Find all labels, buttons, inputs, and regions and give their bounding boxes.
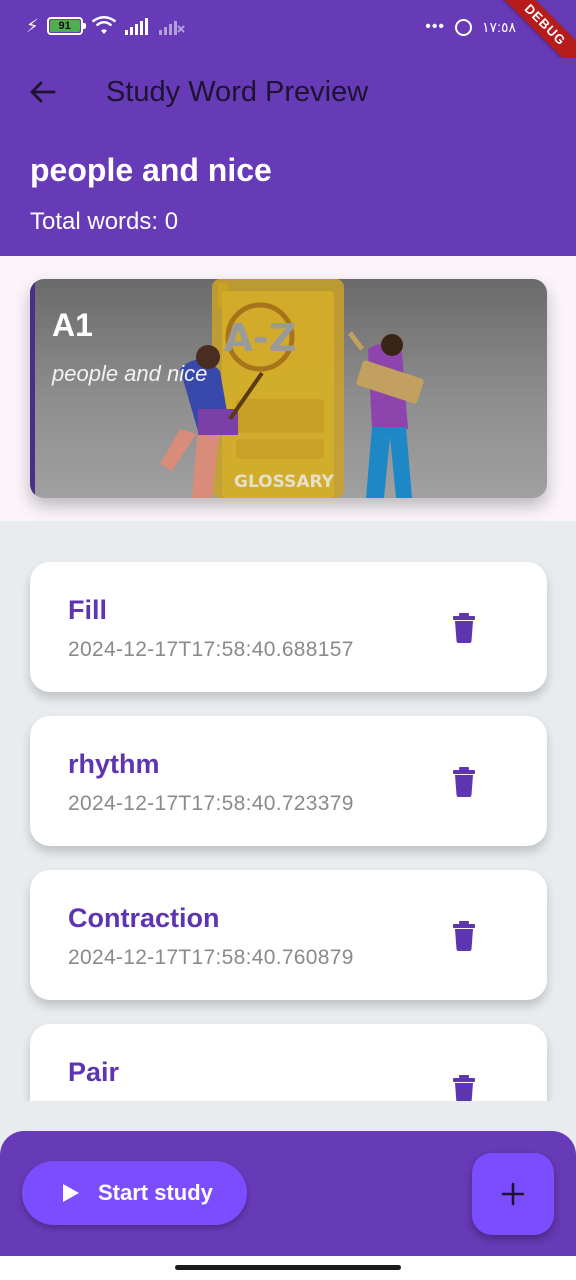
battery-level: 91 [49,20,80,32]
page-title: Study Word Preview [106,76,369,108]
more-dots-icon: ••• [425,18,446,35]
level-label: A1 [52,307,93,343]
book-label: GLOSSARY [234,472,335,492]
delete-button[interactable] [451,921,477,951]
hero-area: A-Z GLOSSARY A1 people and nice [0,256,576,521]
total-words-count: Total words: 0 [30,208,179,235]
word-list[interactable]: Fill 2024-12-17T17:58:40.688157 rhythm 2… [0,521,576,1101]
notification-face-icon [455,18,473,36]
delete-button[interactable] [451,1075,477,1101]
app-bar: Study Word Preview people and nice Total… [0,58,576,256]
book-letters: A-Z [224,316,297,360]
status-bar-right: ••• ١٧:٥٨ [425,18,516,36]
deck-hero-card[interactable]: A-Z GLOSSARY A1 people and nice [30,279,547,498]
card-accent-bar [30,279,35,498]
word-card-fill[interactable]: Fill 2024-12-17T17:58:40.688157 [30,562,547,692]
word-date: 2024-12-17T17:58:40.723379 [68,792,354,815]
deck-name: people and nice [30,152,272,188]
word-term: Pair [68,1057,120,1087]
trash-icon [453,1075,475,1101]
status-bar-left: ⚡ 91 [26,16,185,36]
arrow-left-icon [30,81,56,103]
word-date: 2024-12-17T17:58:40.760879 [68,946,354,969]
bottom-bar: Start study [0,1131,576,1256]
delete-button[interactable] [451,613,477,643]
status-bar: ⚡ 91 ••• ١٧:٥٨ DEBUG [0,0,576,79]
word-term: rhythm [68,749,160,779]
signal-icon [124,18,148,35]
hero-subtitle: people and nice [52,361,208,386]
plus-icon [501,1182,525,1206]
trash-icon [453,921,475,951]
system-nav-area [0,1256,576,1280]
home-indicator[interactable] [175,1265,401,1270]
delete-button[interactable] [451,767,477,797]
word-card-rhythm[interactable]: rhythm 2024-12-17T17:58:40.723379 [30,716,547,846]
add-word-button[interactable] [472,1153,554,1235]
wifi-icon [91,16,116,34]
word-date: 2024-12-17T17:58:40.688157 [68,638,354,661]
back-button[interactable] [24,74,60,110]
trash-icon [453,767,475,797]
battery-icon: 91 [46,17,86,35]
signal-off-icon [158,21,185,35]
start-study-label: Start study [98,1180,213,1205]
charging-icon: ⚡ [26,16,39,36]
play-icon [63,1184,79,1202]
start-study-button[interactable]: Start study [22,1161,247,1225]
word-term: Contraction [68,903,220,933]
glossary-illustration: A-Z GLOSSARY [160,279,424,498]
word-term: Fill [68,595,107,625]
word-card-pair[interactable]: Pair [30,1024,547,1101]
word-card-contraction[interactable]: Contraction 2024-12-17T17:58:40.760879 [30,870,547,1000]
clock: ١٧:٥٨ [482,18,516,35]
trash-icon [453,613,475,643]
